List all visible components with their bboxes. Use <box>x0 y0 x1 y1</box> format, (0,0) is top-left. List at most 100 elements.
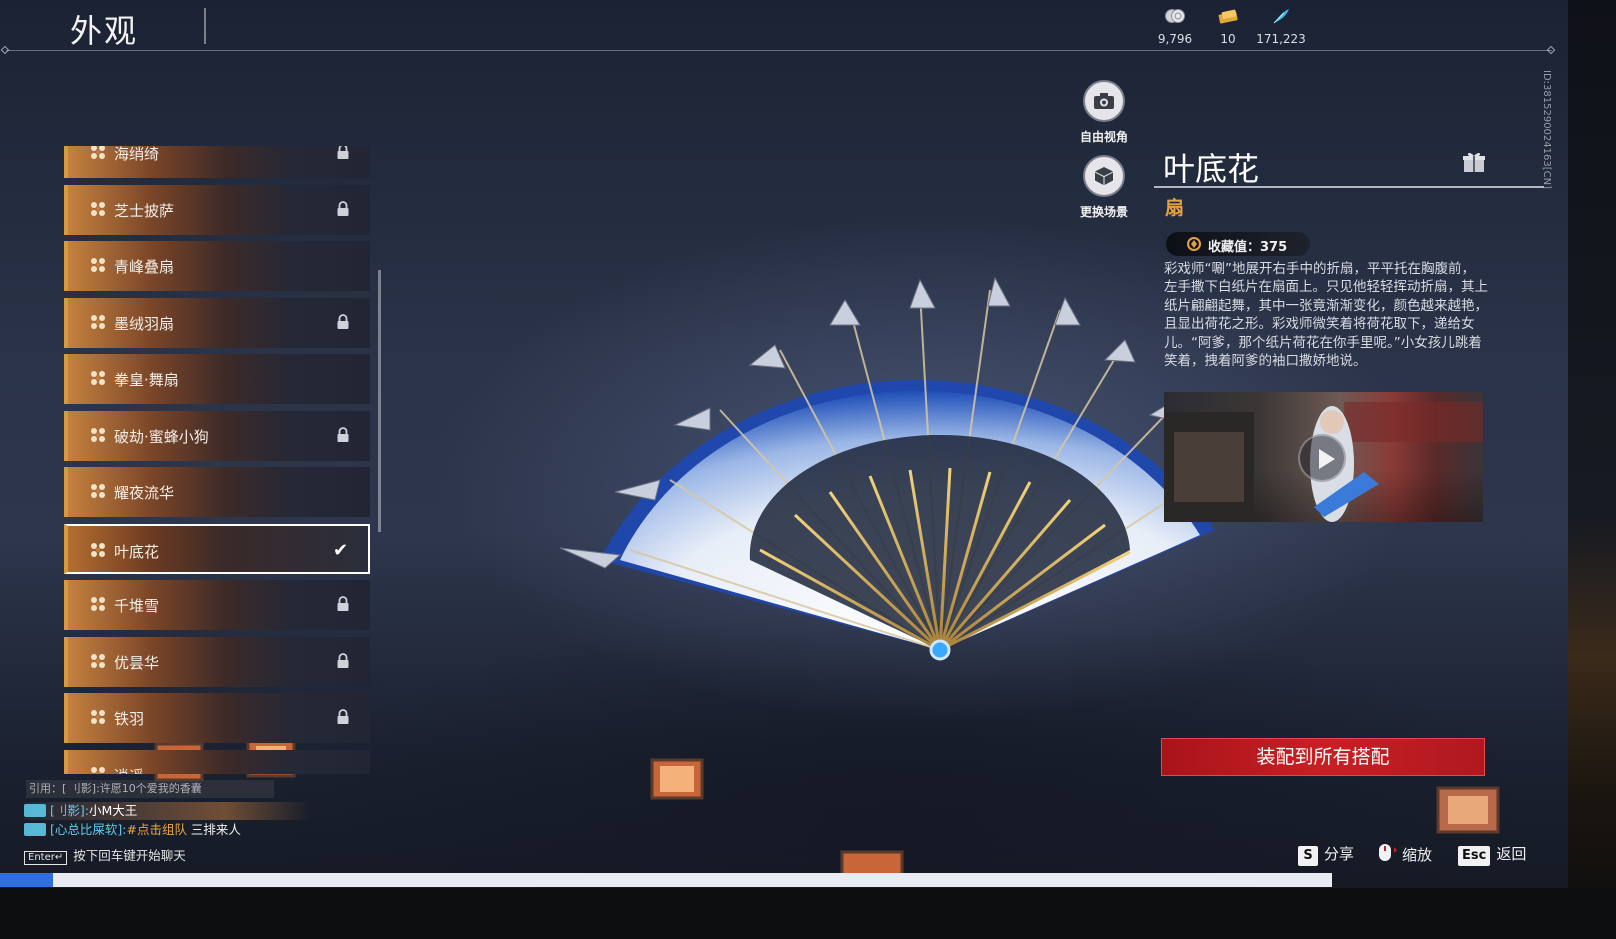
currency-feather: 171,223 <box>1246 8 1316 46</box>
chat-quote: 引用：[ 刂影]:许愿10个爱我的香囊 <box>26 780 274 798</box>
voice-badge-icon <box>24 823 46 836</box>
zoom-label: 缩放 <box>1402 846 1433 864</box>
share-label: 分享 <box>1324 845 1355 863</box>
list-item[interactable]: 海绡绮 <box>64 146 370 178</box>
change-scene-button[interactable]: 更换场景 <box>1074 155 1134 220</box>
progress-fill <box>0 873 54 887</box>
lock-icon <box>337 200 349 216</box>
list-item-name: 芝士披萨 <box>114 201 175 220</box>
list-item-name: 叶底花 <box>114 542 160 561</box>
background-edge: ID:3815290024163[CN] <box>1541 0 1616 939</box>
list-item-name: 铁羽 <box>114 710 145 728</box>
currency-feather-value: 171,223 <box>1256 32 1306 46</box>
lock-icon <box>337 596 349 611</box>
list-item[interactable]: 耀夜流华 <box>64 467 370 517</box>
list-item-name: 拳皇·舞扇 <box>114 371 179 389</box>
list-item[interactable]: 芝士披萨 <box>64 184 370 235</box>
list-item[interactable]: 千堆雪 <box>64 580 370 630</box>
esc-key: Esc <box>1458 846 1491 866</box>
free-view-label: 自由视角 <box>1079 130 1128 144</box>
chat-channel: [心总比屎软]: <box>50 822 127 837</box>
camera-icon <box>1094 93 1114 109</box>
item-title: 叶底花 <box>1163 150 1260 188</box>
lock-icon <box>337 709 349 724</box>
list-item-name: 千堆雪 <box>114 597 160 615</box>
account-id: ID:3815290024163[CN] <box>1541 70 1552 189</box>
list-item-name: 墨绒羽扇 <box>114 314 175 333</box>
clover-icon <box>91 258 105 272</box>
clover-icon <box>91 597 105 611</box>
mouse-icon <box>1379 844 1397 861</box>
feather-icon <box>1273 9 1289 24</box>
item-description: 彩戏师“唰”地展开右手中的折扇，平平托在胸腹前，左手撒下白纸片在扇面上。只见他轻… <box>1164 261 1488 370</box>
list-item-name: 青峰叠扇 <box>114 258 175 276</box>
voice-badge-icon <box>24 804 46 817</box>
clover-icon <box>91 314 105 329</box>
clover-icon <box>91 484 105 498</box>
zoom-hint[interactable]: 缩放 <box>1376 843 1432 865</box>
change-scene-label: 更换场景 <box>1079 205 1128 219</box>
cube-icon <box>1095 167 1113 185</box>
list-scrollbar[interactable] <box>378 270 381 532</box>
collection-icon <box>1187 237 1201 251</box>
collection-value-badge: 收藏值：375 <box>1166 232 1310 256</box>
appearance-list[interactable]: 海绡绮芝士披萨青峰叠扇墨绒羽扇拳皇·舞扇破劫·蜜蜂小狗 耀夜流华叶底花 ✔ 千堆雪优昙… <box>64 146 374 774</box>
list-item-name: 优昙华 <box>114 653 160 672</box>
team-link[interactable]: #点击组队 <box>126 822 186 837</box>
lock-icon <box>337 652 349 668</box>
back-label: 返回 <box>1496 845 1527 863</box>
chat-message[interactable]: [心总比屎软]:#点击组队 三排来人 <box>24 821 241 839</box>
chat-user: 小M大王 <box>88 803 138 818</box>
list-item[interactable]: 破劫·蜜蜂小狗 <box>64 410 370 461</box>
clover-icon <box>91 542 105 557</box>
lock-icon <box>337 426 349 442</box>
lantern-decoration <box>650 758 704 800</box>
lock-icon <box>337 146 349 159</box>
chat-channel: [刂影]: <box>50 803 89 818</box>
game-viewport: 外观 9,796 10 171,223 自由视角 更换场景 海绡绮 芝士披萨 青… <box>0 0 1568 888</box>
progress-track <box>0 873 1332 887</box>
chat-input-hint[interactable]: Enter↵ 按下回车键开始聊天 <box>24 845 186 865</box>
equip-all-button[interactable]: 装配到所有搭配 <box>1161 738 1485 776</box>
collection-value: 收藏值：375 <box>1208 240 1288 255</box>
clover-icon <box>91 201 105 216</box>
play-icon[interactable] <box>1298 434 1346 482</box>
ticket-icon <box>1218 9 1238 24</box>
back-hint[interactable]: Esc 返回 <box>1458 843 1526 866</box>
clover-icon <box>91 653 105 668</box>
clover-icon <box>91 371 105 385</box>
free-view-button[interactable]: 自由视角 <box>1074 80 1134 145</box>
top-bar: 外观 9,796 10 171,223 <box>0 0 1568 52</box>
bottom-strip <box>0 888 1616 939</box>
page-title: 外观 <box>70 12 139 50</box>
list-item[interactable]: 拳皇·舞扇 <box>64 354 370 404</box>
chat-text: 三排来人 <box>186 822 241 837</box>
share-key: S <box>1298 846 1318 866</box>
share-hint[interactable]: S 分享 <box>1298 843 1354 866</box>
list-item[interactable]: 逍遥 <box>64 749 370 775</box>
lantern-decoration <box>1436 786 1500 834</box>
top-divider <box>6 50 1552 51</box>
list-item[interactable]: 青峰叠扇 <box>64 241 370 291</box>
fan-model[interactable] <box>560 230 1250 700</box>
check-icon: ✔ <box>333 539 349 561</box>
clover-icon <box>91 766 105 774</box>
list-item-name: 耀夜流华 <box>114 484 175 502</box>
list-item[interactable]: 优昙华 <box>64 636 370 687</box>
title-divider <box>1154 186 1544 188</box>
clover-icon <box>91 427 105 442</box>
list-item[interactable]: 铁羽 <box>64 693 370 743</box>
list-item-name: 海绡绮 <box>114 146 160 163</box>
title-separator <box>204 8 206 44</box>
chat-message[interactable]: [刂影]:小M大王 <box>24 802 310 820</box>
silver-coin-icon <box>1165 9 1185 23</box>
list-item-name: 破劫·蜜蜂小狗 <box>114 427 209 446</box>
gift-icon[interactable] <box>1462 150 1486 174</box>
enter-key: Enter↵ <box>24 851 68 865</box>
item-type: 扇 <box>1165 197 1185 219</box>
list-item[interactable]: 叶底花 ✔ <box>64 523 370 574</box>
lock-icon <box>337 313 349 329</box>
clover-icon <box>91 710 105 724</box>
list-item[interactable]: 墨绒羽扇 <box>64 297 370 348</box>
list-item-name: 逍遥 <box>114 765 144 775</box>
